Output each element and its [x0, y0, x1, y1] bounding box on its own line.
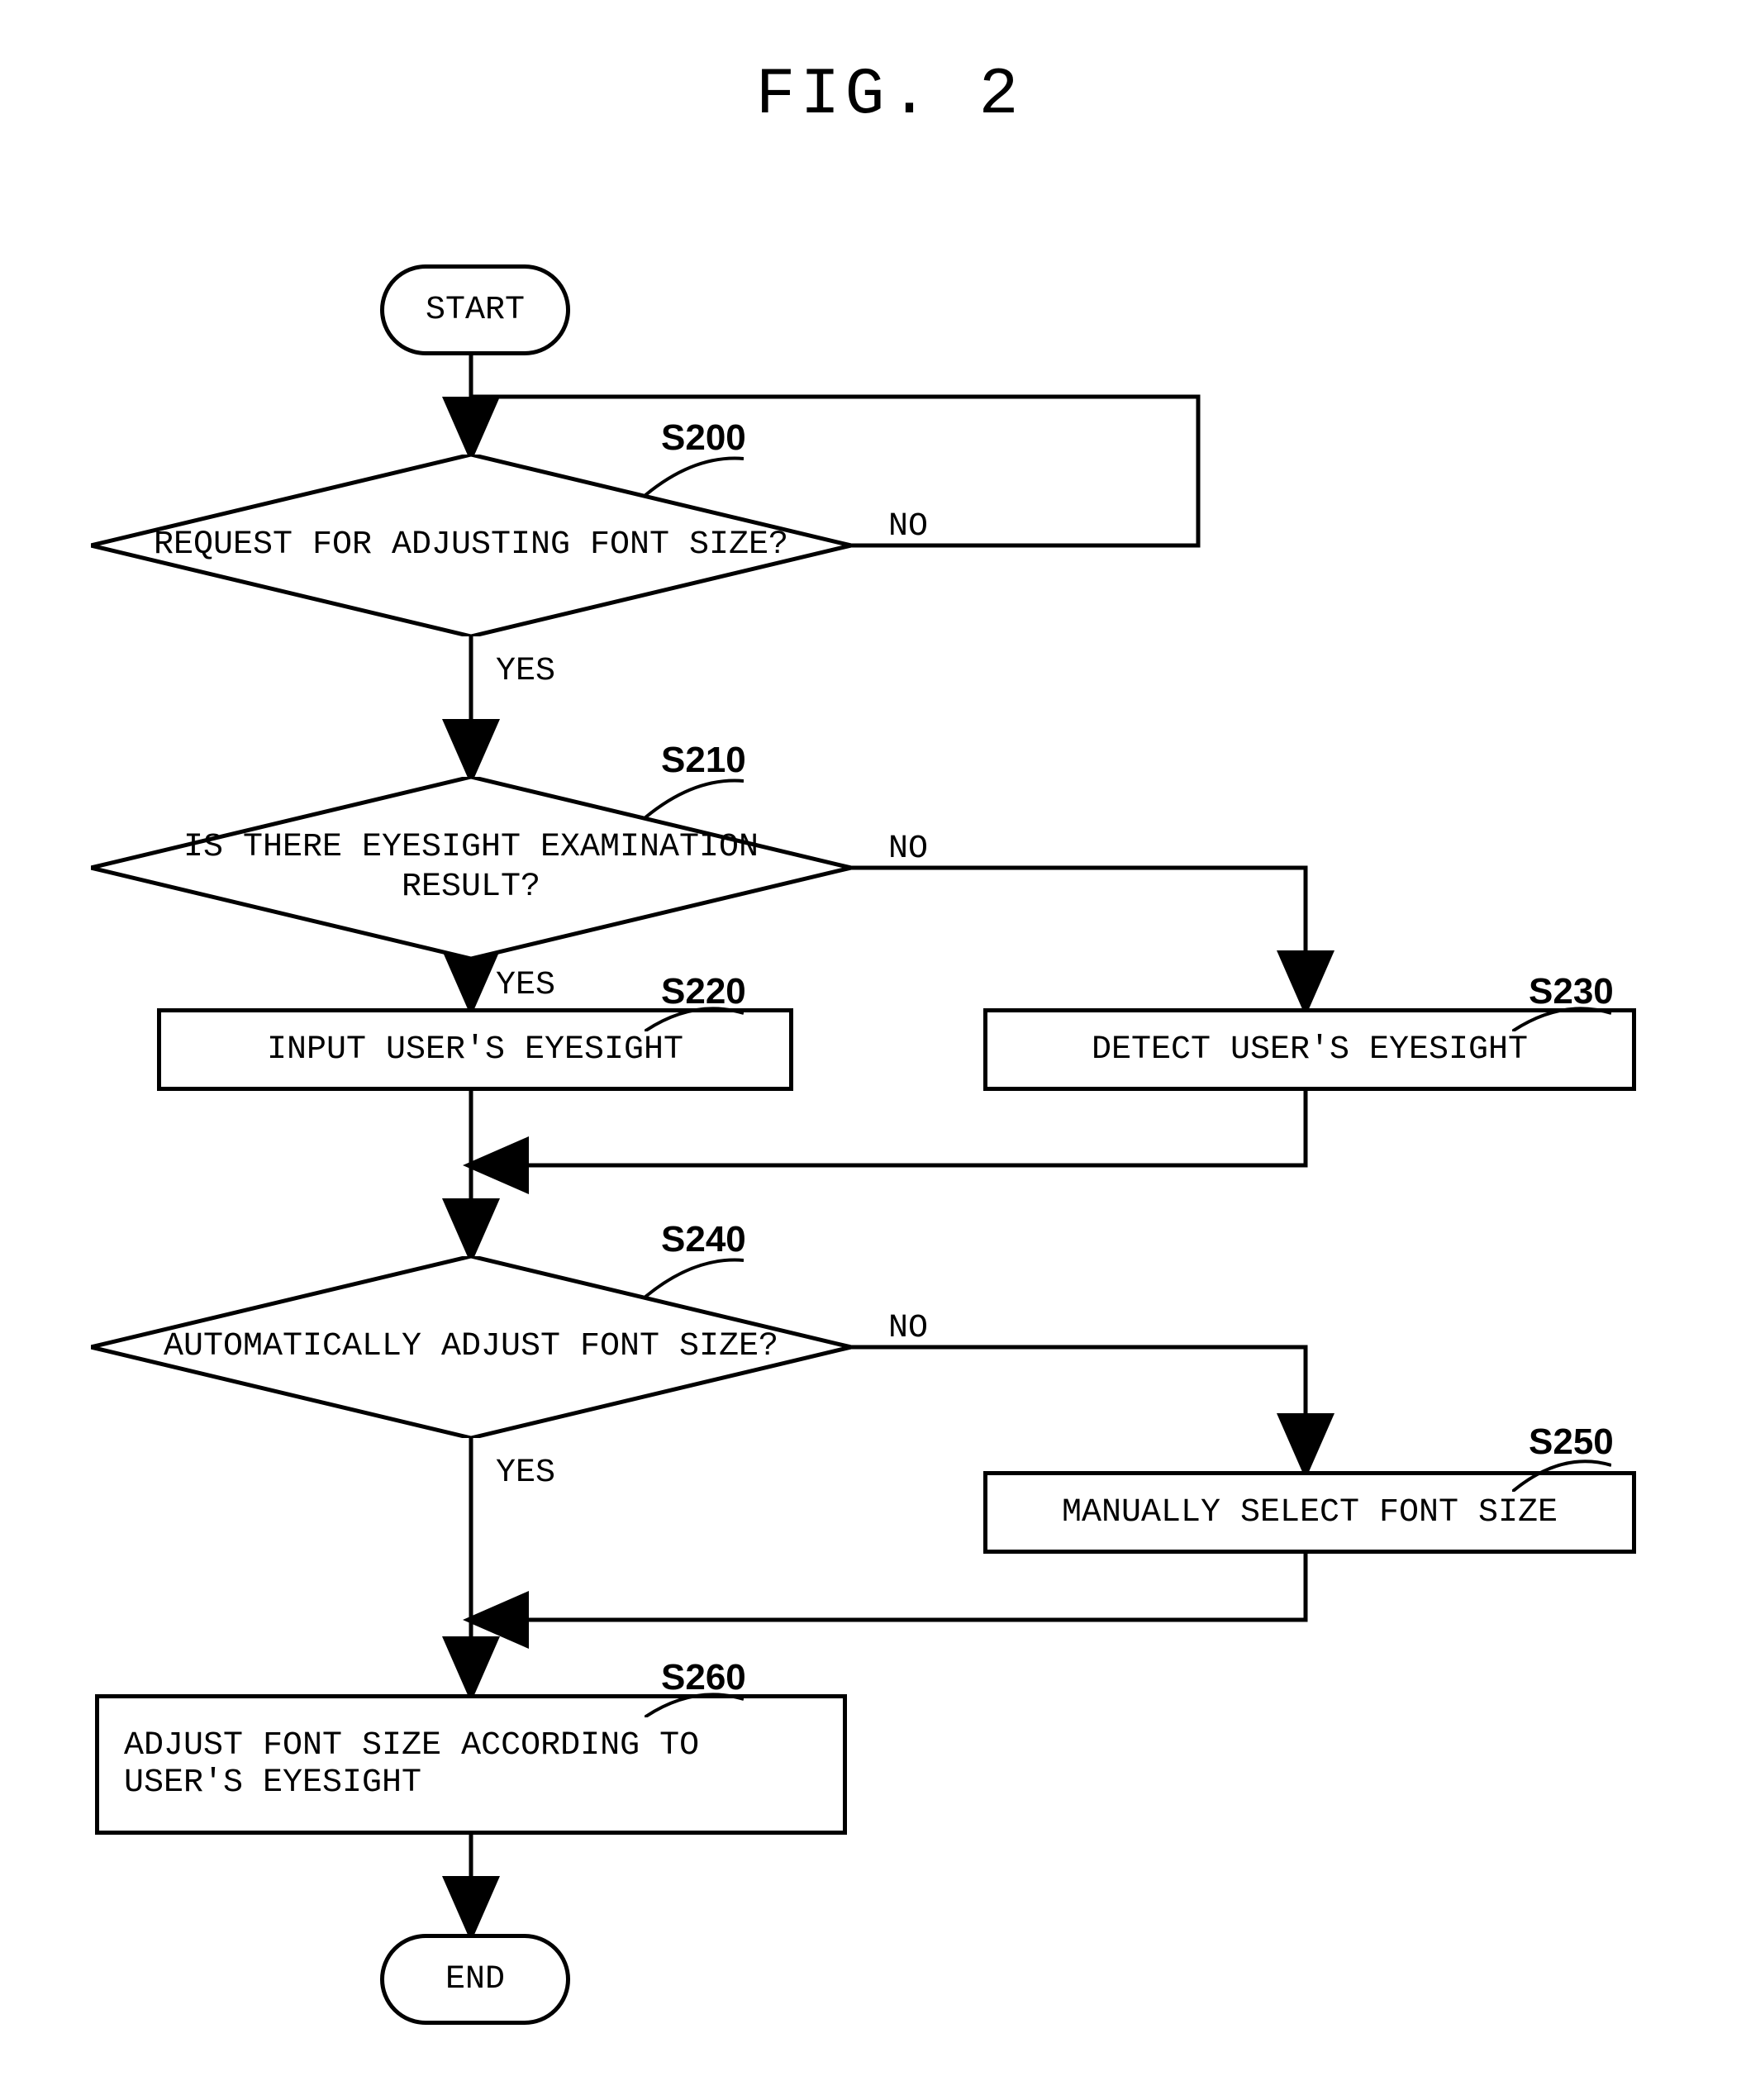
step-label-s210: S210 [661, 740, 746, 781]
flowchart-page: FIG. 2 START [17, 17, 1746, 2083]
process-s230-text: DETECT USER'S EYESIGHT [1092, 1031, 1528, 1069]
leader-s260 [645, 1693, 744, 1717]
no-label-s200: NO [888, 508, 928, 545]
start-terminal: START [380, 264, 570, 355]
no-label-s240: NO [888, 1310, 928, 1347]
leader-s220 [645, 1007, 744, 1031]
yes-label-s210: YES [496, 967, 555, 1004]
decision-s240-text: AUTOMATICALLY ADJUST FONT SIZE? [129, 1327, 813, 1367]
yes-label-s200: YES [496, 653, 555, 690]
leader-s250 [1512, 1459, 1611, 1492]
end-label: END [445, 1961, 505, 1998]
step-label-s250: S250 [1529, 1421, 1614, 1463]
step-label-s200: S200 [661, 417, 746, 459]
leader-s230 [1512, 1007, 1611, 1031]
process-s250-text: MANUALLY SELECT FONT SIZE [1062, 1494, 1558, 1531]
process-s260-text: ADJUST FONT SIZE ACCORDING TO USER'S EYE… [124, 1727, 835, 1802]
decision-s210-text: IS THERE EYESIGHT EXAMINATION RESULT? [129, 828, 813, 907]
step-label-s240: S240 [661, 1219, 746, 1260]
leader-s210 [645, 777, 744, 818]
leader-s240 [645, 1256, 744, 1298]
process-s220-text: INPUT USER'S EYESIGHT [267, 1031, 683, 1069]
decision-s200-text: REQUEST FOR ADJUSTING FONT SIZE? [129, 526, 813, 565]
start-label: START [426, 292, 525, 329]
end-terminal: END [380, 1934, 570, 2025]
yes-label-s240: YES [496, 1455, 555, 1492]
leader-s200 [645, 455, 744, 496]
no-label-s210: NO [888, 831, 928, 868]
